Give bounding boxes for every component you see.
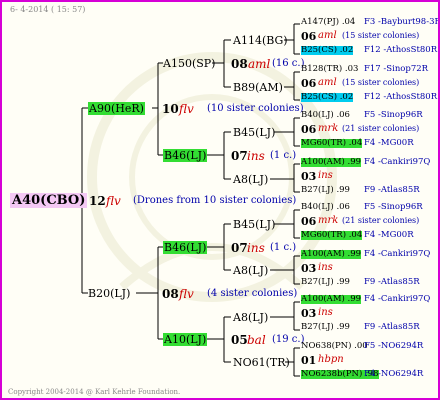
- g2-note-2: (1 c.): [270, 242, 297, 253]
- root-label[interactable]: A40(CBO): [10, 193, 88, 208]
- g4-dam-0[interactable]: B25(CS) .02: [301, 46, 354, 55]
- g1-note-1: (4 sister colonies): [207, 288, 298, 299]
- g4-sire-6[interactable]: A100(AM) .99: [301, 295, 362, 304]
- g4-sire-2[interactable]: B40(LJ) .06: [301, 111, 350, 120]
- g3-node-7[interactable]: NO61(TR): [233, 357, 290, 368]
- g1-mark-1: flv: [179, 287, 194, 301]
- g4-dam-ref-3: F9 -Atlas85R: [364, 185, 420, 195]
- g4-dam-3[interactable]: B27(LJ) .99: [301, 186, 350, 195]
- g4-sire-1[interactable]: B128(TR) .03: [301, 65, 358, 74]
- g4-num-0: 06: [301, 30, 317, 43]
- g4-note-4: (21 sister colonies): [342, 216, 420, 225]
- g4-mark-6: ins: [318, 307, 333, 318]
- g2-mark-1: ins: [247, 149, 265, 163]
- g1-node-1[interactable]: B20(LJ): [88, 288, 130, 299]
- g4-mark-2: mrk: [318, 123, 339, 134]
- g2-note-3: (19 c.): [272, 334, 305, 345]
- g4-num-7: 01: [301, 354, 317, 367]
- g2-node-3[interactable]: A10(LJ): [163, 333, 208, 346]
- g4-note-1: (15 sister colonies): [342, 78, 420, 87]
- g2-node-1[interactable]: B46(LJ): [163, 149, 208, 162]
- g4-num-5: 03: [301, 262, 317, 275]
- g4-sire-4[interactable]: B40(LJ) .06: [301, 203, 350, 212]
- pedigree-frame: 6- 4-2014 ( 15: 57) A40(CBO) 12 flv (Dro…: [0, 0, 440, 400]
- g3-node-2[interactable]: B45(LJ): [233, 127, 275, 138]
- g2-node-2[interactable]: B46(LJ): [163, 241, 208, 254]
- g4-mark-7: hbpn: [318, 354, 344, 365]
- g3-node-4[interactable]: B45(LJ): [233, 219, 275, 230]
- g4-sire-ref-4: F5 -Sinop96R: [364, 202, 423, 212]
- g4-dam-ref-4: F4 -MG00R: [364, 230, 414, 240]
- g4-sire-ref-5: F4 -Cankiri97Q: [364, 249, 431, 259]
- g2-node-0[interactable]: A150(SP): [163, 58, 215, 69]
- g4-dam-ref-2: F4 -MG00R: [364, 138, 414, 148]
- g4-sire-ref-0: F3 -Bayburt98-3R: [364, 17, 440, 27]
- g4-sire-ref-2: F5 -Sinop96R: [364, 110, 423, 120]
- g2-note-0: (16 c.): [272, 58, 305, 69]
- g3-node-1[interactable]: B89(AM): [233, 82, 283, 93]
- g2-mark-2: ins: [247, 241, 265, 255]
- g4-dam-ref-0: F12 -AthosSt80R: [364, 45, 438, 55]
- g4-sire-ref-3: F4 -Cankiri97Q: [364, 157, 431, 167]
- g4-num-4: 06: [301, 215, 317, 228]
- g4-num-6: 03: [301, 307, 317, 320]
- g1-node-0[interactable]: A90(HeR): [88, 102, 145, 115]
- g4-dam-4[interactable]: MG60(TR) .04: [301, 231, 363, 240]
- g1-note-0: (10 sister colonies): [207, 103, 304, 114]
- g2-mark-0: aml: [248, 57, 271, 71]
- g4-dam-2[interactable]: MG60(TR) .04: [301, 139, 363, 148]
- g4-mark-0: aml: [318, 30, 337, 41]
- g4-sire-ref-6: F4 -Cankiri97Q: [364, 294, 431, 304]
- g1-num-1: 08: [162, 287, 179, 301]
- g4-note-2: (21 sister colonies): [342, 124, 420, 133]
- g2-mark-3: bal: [247, 333, 266, 347]
- g4-note-0: (15 sister colonies): [342, 31, 420, 40]
- g4-dam-ref-6: F9 -Atlas85R: [364, 322, 420, 332]
- g4-num-3: 03: [301, 170, 317, 183]
- g2-num-2: 07: [231, 241, 248, 255]
- g4-mark-1: aml: [318, 77, 337, 88]
- g3-node-5[interactable]: A8(LJ): [233, 265, 268, 276]
- g3-node-6[interactable]: A8(LJ): [233, 312, 268, 323]
- g4-dam-5[interactable]: B27(LJ) .99: [301, 278, 350, 287]
- g4-mark-3: ins: [318, 170, 333, 181]
- root-note: (Drones from 10 sister colonies): [133, 195, 297, 206]
- g2-note-1: (1 c.): [270, 150, 297, 161]
- g4-dam-6[interactable]: B27(LJ) .99: [301, 323, 350, 332]
- g4-num-1: 06: [301, 77, 317, 90]
- g3-node-0[interactable]: A114(BG): [233, 35, 288, 46]
- g3-node-3[interactable]: A8(LJ): [233, 174, 268, 185]
- g4-sire-ref-7: F5 -NO6294R: [364, 341, 424, 351]
- g4-sire-ref-1: F17 -Sinop72R: [364, 64, 429, 74]
- root-mark: flv: [106, 194, 121, 208]
- g2-num-1: 07: [231, 149, 248, 163]
- g4-dam-ref-7: F4 -NO6294R: [364, 369, 424, 379]
- footer-copyright: Copyright 2004-2014 @ Karl Kehrle Founda…: [8, 388, 181, 396]
- g4-mark-4: mrk: [318, 215, 339, 226]
- g1-mark-0: flv: [179, 102, 194, 116]
- g4-mark-5: ins: [318, 262, 333, 273]
- g1-num-0: 10: [162, 102, 179, 116]
- g4-num-2: 06: [301, 123, 317, 136]
- g4-dam-ref-1: F12 -AthosSt80R: [364, 92, 438, 102]
- header-timestamp: 6- 4-2014 ( 15: 57): [10, 5, 86, 14]
- g4-sire-0[interactable]: A147(PJ) .04: [301, 18, 355, 27]
- root-num: 12: [89, 194, 106, 208]
- g2-num-0: 08: [231, 57, 248, 71]
- g4-sire-5[interactable]: A100(AM) .99: [301, 250, 362, 259]
- g4-dam-ref-5: F9 -Atlas85R: [364, 277, 420, 287]
- g4-sire-7[interactable]: NO638(PN) .00: [301, 342, 368, 351]
- g4-dam-1[interactable]: B25(CS) .02: [301, 93, 354, 102]
- g2-num-3: 05: [231, 333, 248, 347]
- g4-sire-3[interactable]: A100(AM) .99: [301, 158, 362, 167]
